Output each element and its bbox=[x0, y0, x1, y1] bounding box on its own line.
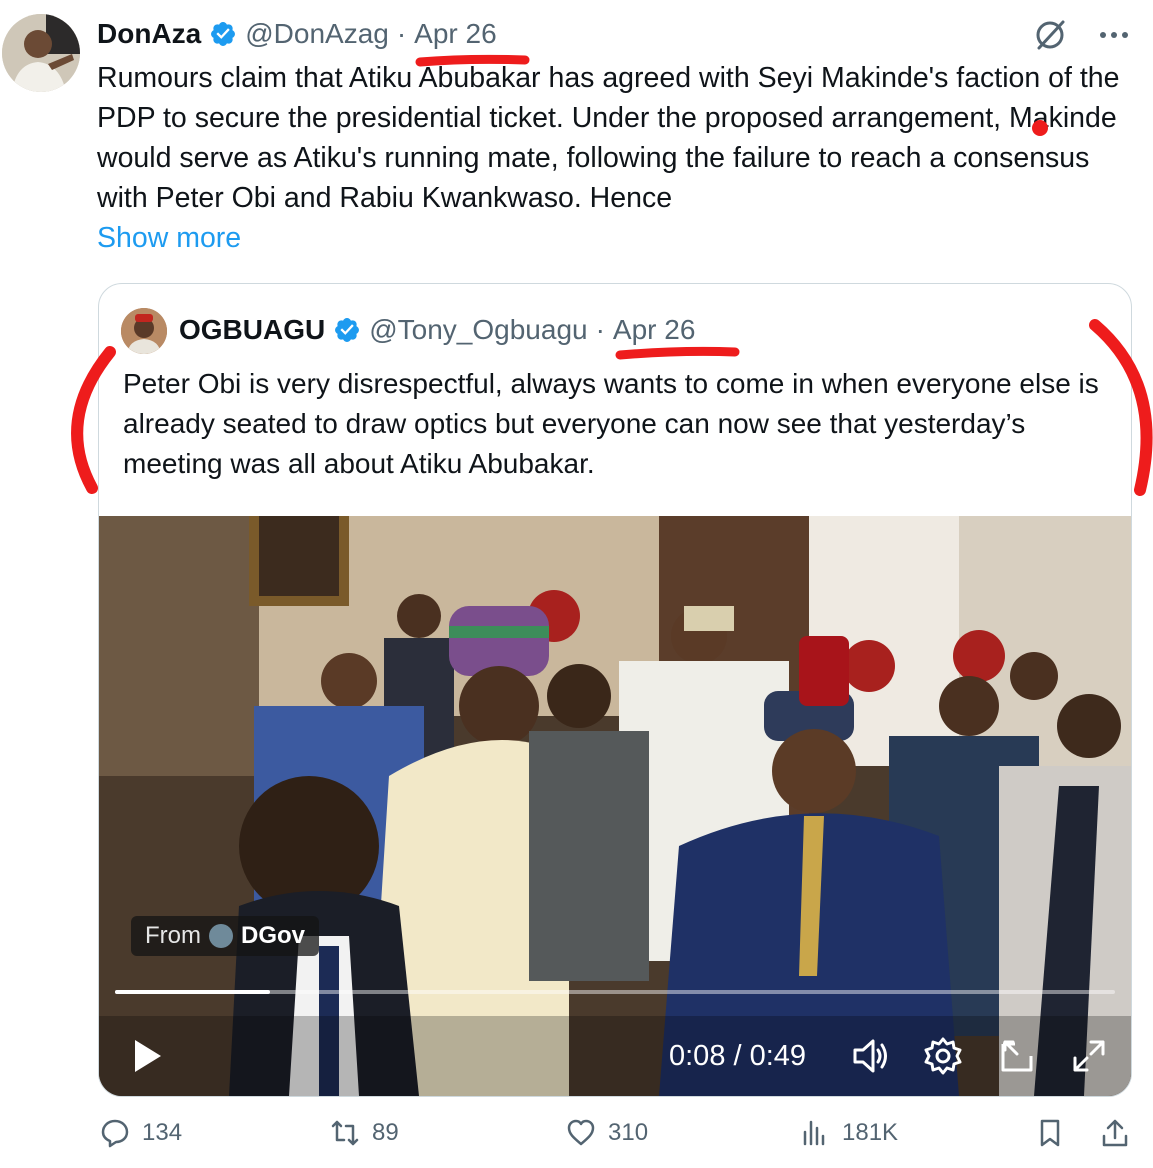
reply-action[interactable]: 134 bbox=[100, 1118, 182, 1148]
show-more-link[interactable]: Show more bbox=[97, 218, 241, 258]
video-frame bbox=[99, 516, 1131, 1096]
views-action[interactable]: 181K bbox=[800, 1118, 898, 1148]
separator-dot: · bbox=[595, 314, 605, 345]
share-action[interactable] bbox=[1100, 1118, 1130, 1148]
video-player[interactable]: From DGov 0:08 / 0:49 bbox=[99, 516, 1131, 1096]
settings-icon[interactable] bbox=[923, 1036, 963, 1076]
verified-badge-icon bbox=[211, 22, 236, 46]
tweet-top-actions bbox=[1033, 18, 1131, 52]
video-source-badge[interactable]: From DGov bbox=[131, 916, 320, 956]
quoted-tweet-card[interactable]: OGBUAGU @Tony_Ogbuagu · Apr 26 Peter Obi… bbox=[98, 283, 1132, 1097]
tweet-date[interactable]: Apr 26 bbox=[414, 18, 497, 50]
video-progress-fill bbox=[115, 990, 270, 994]
quote-text: Peter Obi is very disrespectful, always … bbox=[123, 368, 1099, 479]
verified-badge-icon bbox=[335, 318, 360, 342]
views-count: 181K bbox=[842, 1119, 899, 1146]
quote-author-handle[interactable]: @Tony_Ogbuagu bbox=[369, 314, 587, 346]
from-label: From bbox=[145, 922, 201, 949]
author-avatar[interactable] bbox=[2, 14, 80, 92]
quote-author-avatar[interactable] bbox=[121, 308, 167, 354]
play-icon[interactable] bbox=[127, 1036, 167, 1076]
author-handle[interactable]: @DonAzag bbox=[245, 18, 389, 50]
more-icon[interactable] bbox=[1097, 18, 1131, 52]
tweet-text: Rumours claim that Atiku Abubakar has ag… bbox=[97, 62, 1120, 214]
author-name[interactable]: DonAza bbox=[97, 18, 201, 50]
source-avatar bbox=[209, 924, 233, 948]
video-timecode: 0:08 / 0:49 bbox=[669, 1040, 807, 1072]
source-name: DGov bbox=[241, 922, 306, 949]
separator-dot: · bbox=[396, 18, 407, 49]
repost-action[interactable]: 89 bbox=[330, 1118, 399, 1148]
grok-icon[interactable] bbox=[1033, 18, 1067, 52]
bookmark-action[interactable] bbox=[1035, 1118, 1065, 1148]
like-count: 310 bbox=[608, 1119, 649, 1146]
reply-count: 134 bbox=[142, 1119, 183, 1146]
like-action[interactable]: 310 bbox=[566, 1118, 648, 1148]
pip-icon[interactable] bbox=[997, 1036, 1037, 1076]
reply-icon bbox=[101, 1119, 129, 1148]
repost-count: 89 bbox=[372, 1119, 399, 1146]
quote-header: OGBUAGU @Tony_Ogbuagu · Apr 26 bbox=[179, 310, 695, 350]
share-icon bbox=[1102, 1119, 1128, 1147]
like-icon bbox=[567, 1119, 595, 1146]
tweet-action-bar: 134 89 310 181K bbox=[100, 1118, 1140, 1168]
views-icon bbox=[803, 1120, 825, 1146]
fullscreen-icon[interactable] bbox=[1069, 1036, 1109, 1076]
quote-date[interactable]: Apr 26 bbox=[613, 314, 696, 346]
quote-author-name[interactable]: OGBUAGU bbox=[179, 314, 325, 346]
repost-icon bbox=[331, 1120, 359, 1146]
volume-icon[interactable] bbox=[851, 1036, 891, 1076]
bookmark-icon bbox=[1040, 1119, 1060, 1147]
tweet-header: DonAza @DonAzag · Apr 26 bbox=[97, 14, 497, 54]
